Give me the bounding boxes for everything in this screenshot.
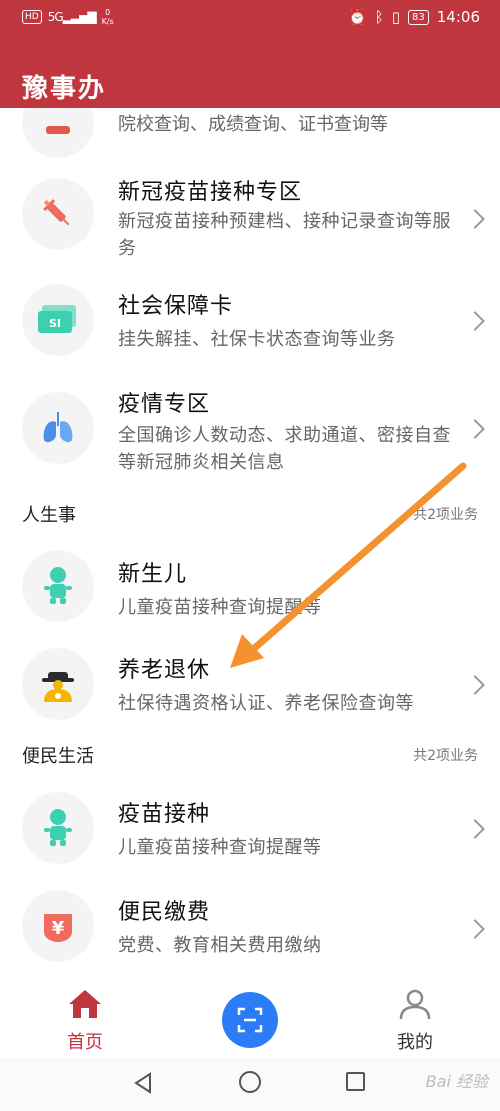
svg-text:SI: SI xyxy=(49,317,61,330)
elderly-icon xyxy=(22,648,94,720)
yuan-icon: ¥ xyxy=(22,890,94,962)
item-title: 疫情专区 xyxy=(118,392,211,417)
nav-home[interactable]: 首页 xyxy=(60,988,110,1054)
nav-mine[interactable]: 我的 xyxy=(390,988,440,1054)
social-security-card-icon: SI xyxy=(22,284,94,356)
item-desc: 儿童疫苗接种查询提醒等 xyxy=(118,597,322,618)
item-desc: 党费、教育相关费用缴纳 xyxy=(118,935,322,956)
baby-icon xyxy=(22,792,94,864)
list-item-epidemic-zone[interactable]: 疫情专区 全国确诊人数动态、求助通道、密接自查等新冠肺炎相关信息 xyxy=(0,380,500,480)
item-desc: 社保待遇资格认证、养老保险查询等 xyxy=(118,693,414,714)
section-header-life: 人生事 共2项业务 xyxy=(0,501,500,531)
item-title: 养老退休 xyxy=(118,658,211,683)
baby-icon xyxy=(22,550,94,622)
system-nav-bar: Bai 经验 xyxy=(0,1058,500,1111)
net-speed: 0 K/s xyxy=(101,8,114,26)
list-item-retirement[interactable]: 养老退休 社保待遇资格认证、养老保险查询等 xyxy=(0,638,500,720)
scan-icon xyxy=(237,1007,263,1033)
signal-icon: 5G▂▃▅▇ xyxy=(47,10,97,24)
scan-button[interactable] xyxy=(222,992,278,1048)
user-icon xyxy=(399,989,431,1020)
chevron-right-icon xyxy=(465,675,485,695)
list-item-bill-payment[interactable]: ¥ 便民缴费 党费、教育相关费用缴纳 xyxy=(0,886,500,966)
svg-text:¥: ¥ xyxy=(52,918,65,939)
section-title: 便民生活 xyxy=(22,746,94,767)
list-item-partial[interactable]: 院校查询、成绩查询、证书查询等 xyxy=(0,108,500,158)
chevron-right-icon xyxy=(465,209,485,229)
graduation-icon xyxy=(22,108,94,158)
back-icon[interactable] xyxy=(132,1072,154,1094)
bottom-nav: 首页 我的 xyxy=(0,978,500,1058)
section-count: 共2项业务 xyxy=(413,507,478,523)
hd-badge: HD xyxy=(22,10,42,24)
page-title: 豫事办 xyxy=(22,74,107,104)
list-item-vaccination[interactable]: 疫苗接种 儿童疫苗接种查询提醒等 xyxy=(0,788,500,868)
bluetooth-icon: ᛒ xyxy=(374,8,384,26)
item-title: 便民缴费 xyxy=(118,900,211,925)
chevron-right-icon xyxy=(465,419,485,439)
list-item-vaccine-zone[interactable]: 新冠疫苗接种专区 新冠疫苗接种预建档、接种记录查询等服务 xyxy=(0,168,500,268)
chevron-right-icon xyxy=(465,919,485,939)
app-header: HD 5G▂▃▅▇ 0 K/s ⏰ ᛒ ▯ 83 14:06 豫事办 xyxy=(0,0,500,108)
item-title: 社会保障卡 xyxy=(118,294,234,319)
item-desc: 全国确诊人数动态、求助通道、密接自查等新冠肺炎相关信息 xyxy=(118,425,451,473)
home-icon xyxy=(69,990,101,1018)
section-count: 共2项业务 xyxy=(413,748,478,764)
section-header-convenience: 便民生活 共2项业务 xyxy=(0,742,500,772)
chevron-right-icon xyxy=(465,311,485,331)
item-desc: 新冠疫苗接种预建档、接种记录查询等服务 xyxy=(118,211,451,259)
list-item-social-security-card[interactable]: SI 社会保障卡 挂失解挂、社保卡状态查询等业务 xyxy=(0,280,500,360)
syringe-icon xyxy=(22,178,94,250)
nav-home-label: 首页 xyxy=(67,1032,103,1053)
home-circle-icon[interactable] xyxy=(239,1071,261,1093)
watermark: Bai 经验 xyxy=(425,1072,488,1091)
nav-mine-label: 我的 xyxy=(397,1032,433,1053)
status-bar: HD 5G▂▃▅▇ 0 K/s ⏰ ᛒ ▯ 83 14:06 xyxy=(0,0,500,34)
item-desc: 挂失解挂、社保卡状态查询等业务 xyxy=(118,329,396,350)
section-title: 人生事 xyxy=(22,505,76,526)
battery-icon: 83 xyxy=(408,9,429,25)
item-title: 新生儿 xyxy=(118,562,188,587)
item-title: 新冠疫苗接种专区 xyxy=(118,180,303,205)
lungs-icon xyxy=(22,392,94,464)
service-list[interactable]: 院校查询、成绩查询、证书查询等 新冠疫苗接种专区 新冠疫苗接种预建档、接种记录查… xyxy=(0,108,500,978)
vibrate-icon: ▯ xyxy=(391,8,401,26)
item-desc: 儿童疫苗接种查询提醒等 xyxy=(118,837,322,858)
chevron-right-icon xyxy=(465,819,485,839)
list-item-newborn[interactable]: 新生儿 儿童疫苗接种查询提醒等 xyxy=(0,548,500,628)
recent-apps-icon[interactable] xyxy=(346,1072,365,1091)
item-title: 疫苗接种 xyxy=(118,802,211,827)
clock: 14:06 xyxy=(436,8,480,26)
alarm-icon: ⏰ xyxy=(348,8,367,26)
